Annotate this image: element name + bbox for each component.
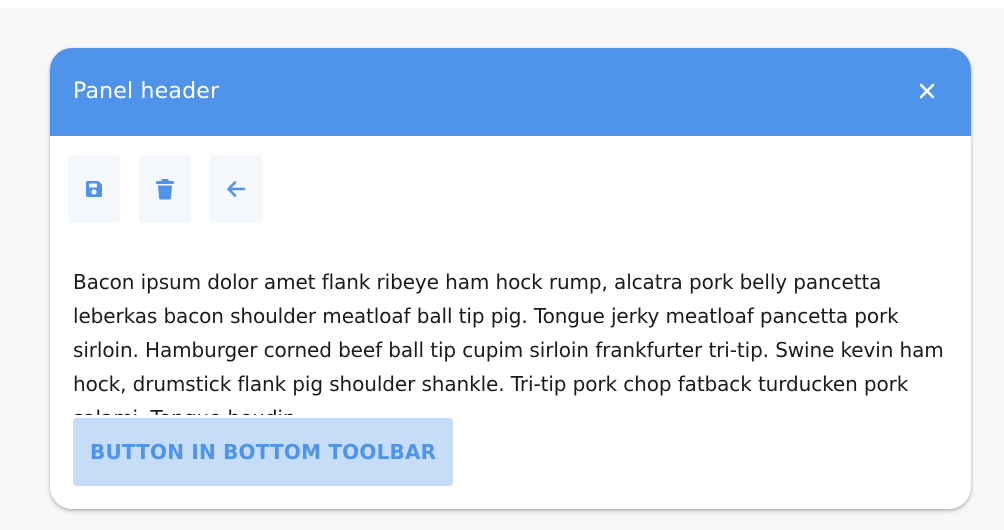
page-top-strip — [0, 0, 1004, 8]
content-text: Bacon ipsum dolor amet flank ribeye ham … — [73, 270, 944, 415]
delete-button[interactable] — [139, 155, 191, 223]
panel-title: Panel header — [73, 79, 220, 104]
panel-toolbar — [68, 155, 281, 223]
close-icon — [919, 83, 935, 99]
trash-icon — [156, 179, 174, 200]
panel: Panel header Bacon ipsum dolor amet flan… — [50, 48, 971, 509]
save-button[interactable] — [68, 155, 120, 223]
bottom-toolbar-button[interactable]: BUTTON IN BOTTOM TOOLBAR — [73, 418, 454, 486]
save-icon — [86, 181, 102, 197]
bottom-toolbar: BUTTON IN BOTTOM TOOLBAR — [73, 418, 454, 486]
panel-header: Panel header — [50, 48, 971, 136]
panel-content: Bacon ipsum dolor amet flank ribeye ham … — [73, 265, 958, 415]
close-button[interactable] — [910, 74, 944, 108]
back-button[interactable] — [210, 155, 262, 223]
arrow-left-icon — [227, 181, 246, 197]
